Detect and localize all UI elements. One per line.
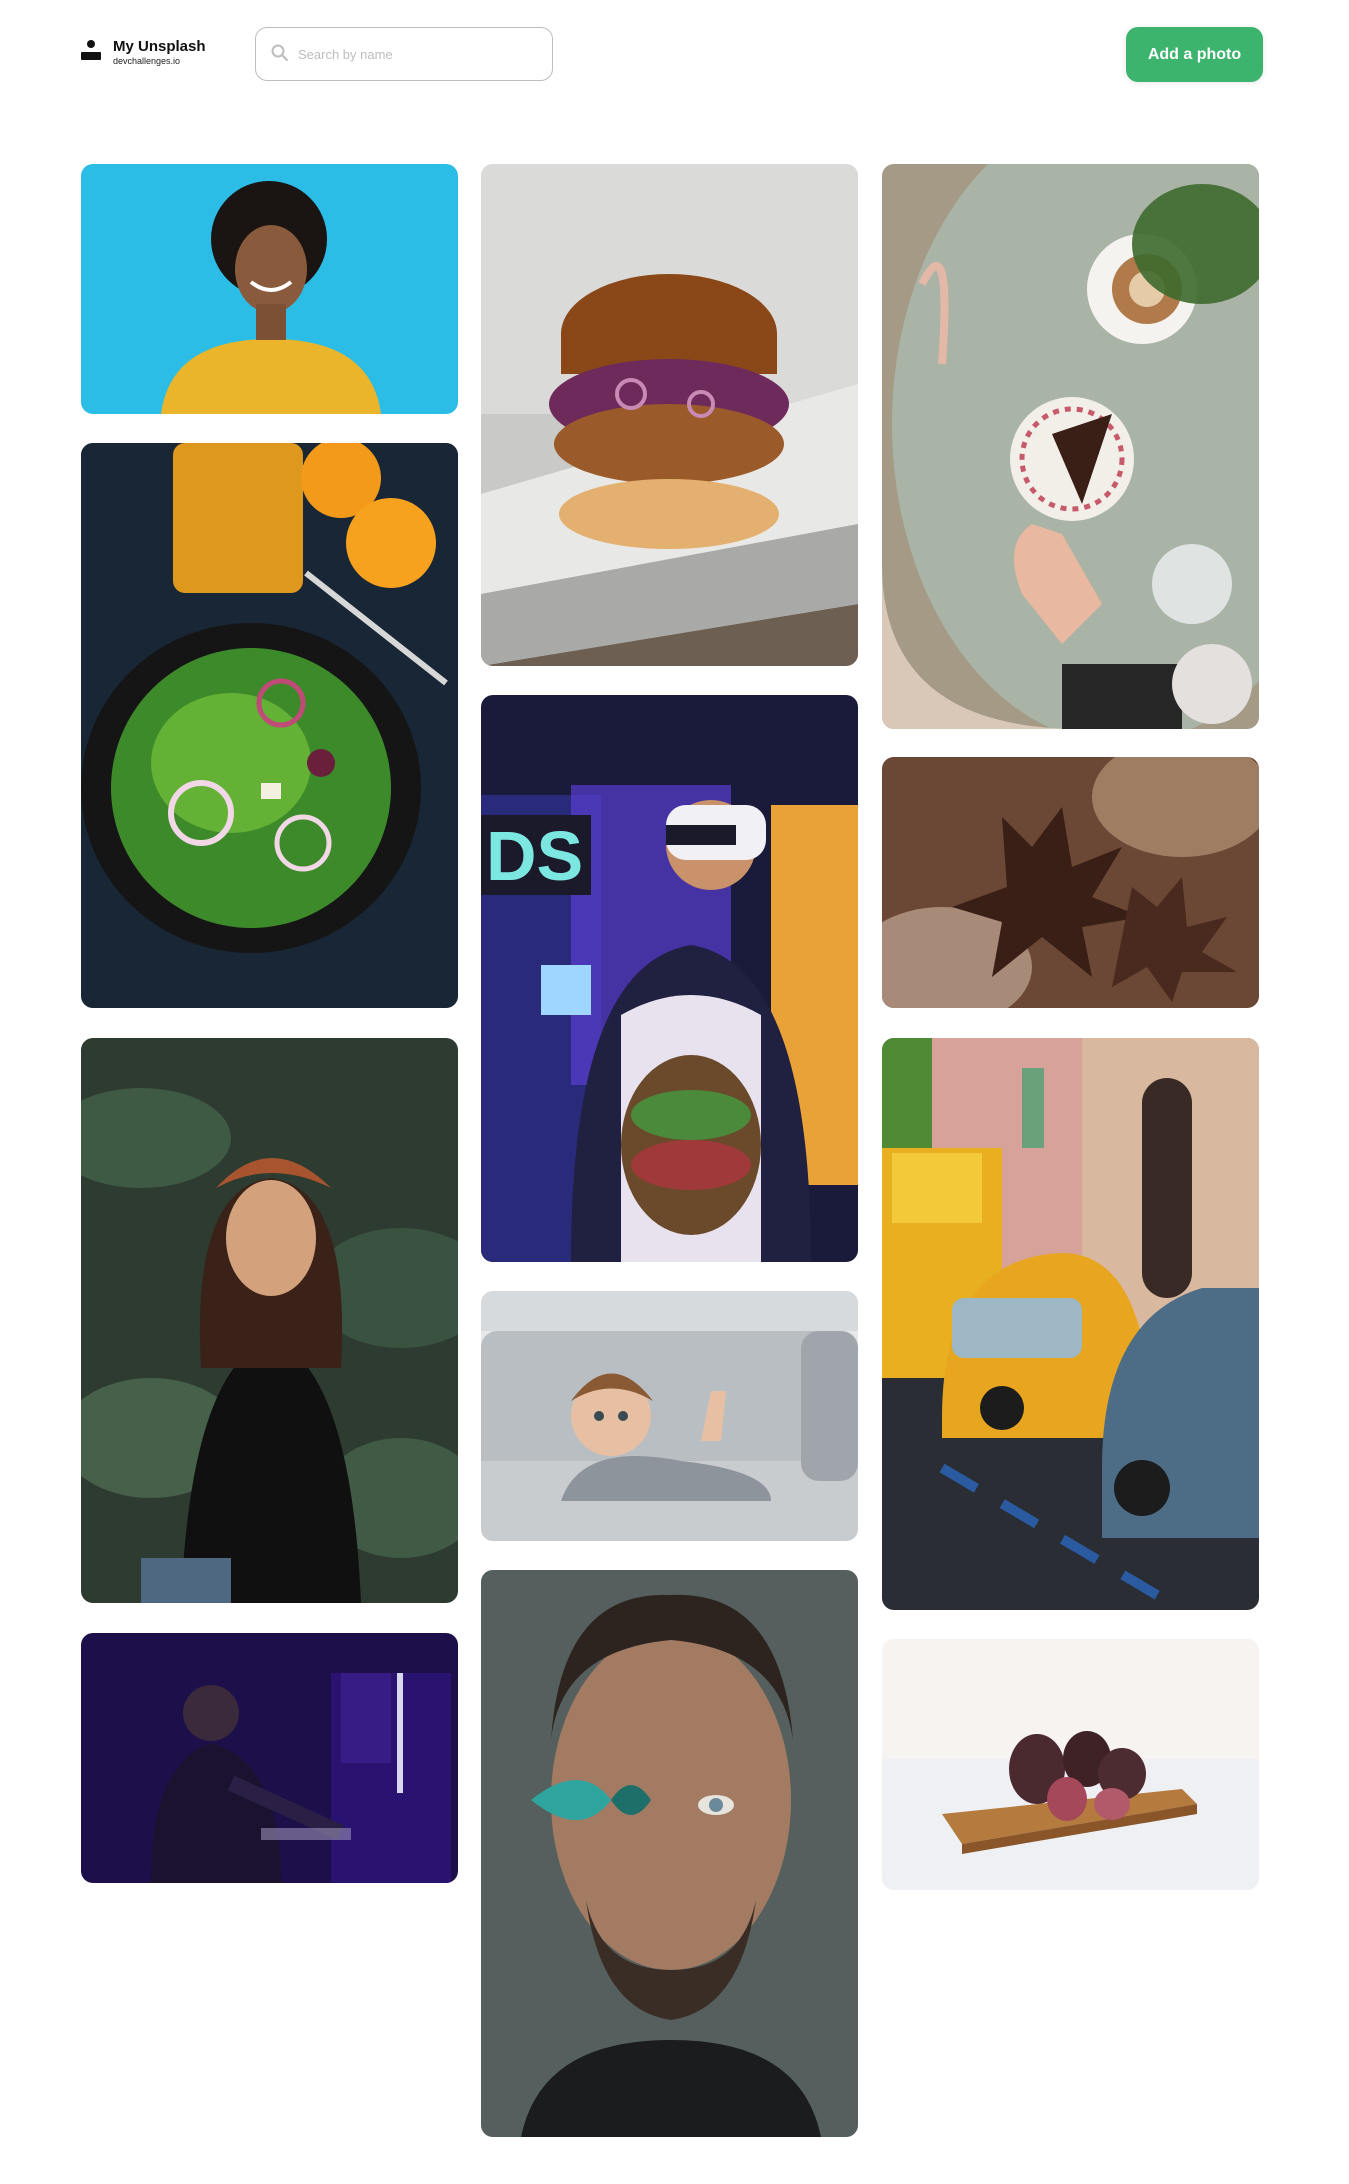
search-input[interactable] [298,38,538,70]
photo-boy-vr-headset: DS [481,695,858,1262]
logo[interactable]: My Unsplash devchallenges.io [81,36,221,70]
photo-card[interactable] [481,164,858,666]
photo-woman-curly-hair [81,164,458,414]
photo-woman-headscarf [81,1038,458,1603]
top-bar: My Unsplash devchallenges.io Add a photo [0,0,1349,110]
photo-autumn-leaves [882,757,1259,1008]
user-logo-icon [81,40,101,62]
photo-card[interactable] [81,443,458,1008]
add-photo-button[interactable]: Add a photo [1126,27,1263,82]
search-icon [271,44,288,61]
photo-card[interactable] [81,1633,458,1883]
photo-vintage-cars [882,1038,1259,1610]
photo-figs-on-board [882,1639,1259,1890]
photo-man-butterfly-eye [481,1570,858,2137]
photo-burger [481,164,858,666]
photo-coffee-and-cake [882,164,1259,729]
photo-card[interactable] [882,1038,1259,1610]
photo-card[interactable] [481,1291,858,1541]
photo-girl-on-couch [481,1291,858,1541]
photo-card[interactable] [882,164,1259,729]
search-box[interactable] [255,27,553,81]
photo-card[interactable] [882,757,1259,1008]
svg-text:DS: DS [486,817,583,895]
photo-card[interactable] [81,164,458,414]
logo-subtitle: devchallenges.io [113,56,181,66]
photo-man-at-computer [81,1633,458,1883]
photo-salad-bowl [81,443,458,1008]
photo-card[interactable] [81,1038,458,1603]
logo-title: My Unsplash [113,38,206,55]
photo-card[interactable]: DS [481,695,858,1262]
photo-card[interactable] [882,1639,1259,1890]
photo-card[interactable] [481,1570,858,2137]
